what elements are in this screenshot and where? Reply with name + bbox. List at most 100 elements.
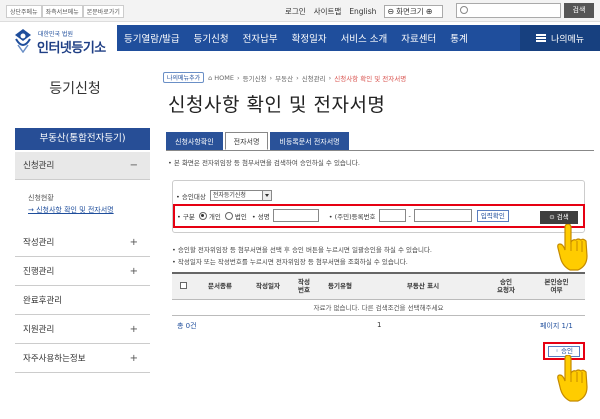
id-number-dash: - — [408, 211, 411, 220]
approval-target-value: 전자등기신청 — [212, 192, 246, 199]
sidebar-item-label: 신청관리 — [23, 161, 55, 171]
zoom-in-icon[interactable]: ⊕ — [426, 7, 433, 16]
instruction-notes: • 승인할 전자위임장 등 첨부서면을 선택 후 승인 버튼을 누르시면 일괄승… — [172, 244, 432, 268]
skip-link-main-menu[interactable]: 상단주메뉴 — [6, 5, 42, 18]
empty-table-message: 자료가 없습니다. 다른 검색조건을 선택해주세요 — [172, 299, 585, 316]
radio-corporate[interactable] — [224, 211, 233, 220]
type-label: • 구분 — [177, 212, 195, 221]
expand-icon: + — [129, 324, 138, 335]
tab-unregistered-sign[interactable]: 비등록문서 전자서명 — [270, 132, 349, 150]
skip-link-content[interactable]: 본문바로가기 — [82, 5, 124, 18]
sitemap-link[interactable]: 사이트맵 — [314, 6, 342, 17]
name-input[interactable] — [272, 209, 319, 222]
add-my-menu-button[interactable]: 나의메뉴추가 — [163, 72, 205, 83]
radio-personal[interactable] — [198, 211, 207, 220]
nav-item-statistics[interactable]: 통계 — [443, 31, 474, 45]
submenu-confirm-sign[interactable]: → 신청사항 확인 및 전자서명 — [28, 204, 114, 216]
page-info: 페이지 1/1 — [540, 322, 573, 330]
chevron-right-icon: › — [237, 73, 240, 82]
expand-icon: + — [129, 266, 138, 277]
sidebar-item-support-mgmt[interactable]: 지원관리 + — [15, 316, 150, 344]
search-button[interactable]: ⊙ 검색 — [540, 211, 578, 224]
chevron-down-icon — [261, 191, 271, 200]
radio-personal-label: 개인 — [208, 212, 221, 221]
search-circle-icon: ⊙ — [549, 213, 557, 221]
nav-item-data-center[interactable]: 자료센터 — [394, 31, 443, 45]
site-search-button[interactable]: 검색 — [564, 3, 594, 18]
sidebar-item-label: 자주사용하는정보 — [23, 354, 86, 364]
skip-link-sub-menu[interactable]: 좌측서브메뉴 — [41, 5, 83, 18]
sidebar-heading[interactable]: 부동산(통합전자등기) — [15, 128, 150, 150]
sidebar-item-after-completion[interactable]: 완료후관리 — [15, 287, 150, 315]
total-count: 총 0건 — [177, 322, 197, 330]
page-number-link[interactable]: 1 — [377, 321, 381, 329]
nav-item-payment[interactable]: 전자납부 — [236, 31, 285, 45]
col-requester: 승인 요청자 — [484, 272, 528, 300]
sidebar-item-frequent-info[interactable]: 자주사용하는정보 + — [15, 345, 150, 373]
approval-target-select[interactable]: 전자등기신청 — [209, 190, 272, 201]
breadcrumb-registration[interactable]: 등기신청 — [243, 73, 267, 83]
id-number-back-input[interactable] — [413, 209, 472, 222]
col-doc-type: 문서종류 — [194, 272, 246, 300]
top-right-links: 로그인 사이트맵 English ⊖ 화면크기 ⊕ — [285, 5, 451, 18]
breadcrumb-home[interactable]: HOME — [214, 74, 234, 82]
sidebar-item-progress-mgmt[interactable]: 진행관리 + — [15, 258, 150, 286]
col-date: 작성일자 — [246, 272, 290, 300]
nav-item-fixed-date[interactable]: 확정일자 — [285, 31, 334, 45]
english-link[interactable]: English — [349, 7, 376, 16]
top-utility-bar: 상단주메뉴 좌측서브메뉴 본문바로가기 로그인 사이트맵 English ⊖ 화… — [0, 0, 600, 22]
breadcrumb-application-mgmt[interactable]: 신청관리 — [302, 73, 326, 83]
notice-text: • 본 화면은 전자위임장 등 첨부서면을 검색하여 승인하실 수 있습니다. — [168, 159, 360, 167]
screen-size-control[interactable]: ⊖ 화면크기 ⊕ — [384, 5, 444, 18]
sidebar-submenu: 신청현황 → 신청사항 확인 및 전자서명 — [28, 192, 114, 216]
main-navigation: 등기열람/발급 등기신청 전자납부 확정일자 서비스 소개 자료센터 통계 나의… — [117, 25, 600, 51]
breadcrumb-real-estate[interactable]: 부동산 — [275, 73, 293, 83]
chevron-right-icon: › — [296, 73, 299, 82]
approve-button-label: 승인 — [560, 347, 573, 355]
breadcrumb-current: 신청사항 확인 및 전자서명 — [334, 74, 407, 83]
id-number-front-input[interactable] — [378, 209, 406, 222]
radio-corporate-label: 법인 — [234, 212, 247, 221]
approval-target-label: • 승인대상 — [176, 192, 206, 201]
tab-divider — [166, 150, 594, 151]
collapse-icon: − — [129, 160, 138, 171]
skip-links: 상단주메뉴 좌측서브메뉴 본문바로가기 — [6, 5, 124, 18]
document-table: 문서종류 작성일자 작성 번호 등기유형 부동산 표시 승인 요청자 본인승인 … — [172, 272, 585, 316]
pointing-hand-icon — [557, 355, 588, 402]
pointing-hand-icon — [557, 224, 588, 271]
tab-e-signature[interactable]: 전자서명 — [224, 132, 269, 150]
logo-title: 인터넷등기소 — [37, 41, 106, 56]
nav-item-registration[interactable]: 등기신청 — [187, 31, 236, 45]
name-label: • 성명 — [251, 212, 270, 221]
my-menu-label: 나의메뉴 — [550, 34, 585, 45]
sidebar-item-label: 진행관리 — [23, 267, 55, 277]
sidebar-item-application-mgmt[interactable]: 신청관리 − — [15, 152, 150, 180]
select-all-checkbox[interactable] — [179, 281, 187, 289]
site-search-input[interactable] — [456, 3, 561, 18]
sidebar-item-label: 지원관리 — [23, 325, 55, 335]
sidebar-item-label: 작성관리 — [23, 238, 55, 248]
nav-item-issuance[interactable]: 등기열람/발급 — [117, 31, 187, 45]
my-menu-button[interactable]: 나의메뉴 — [520, 25, 600, 51]
zoom-out-icon[interactable]: ⊖ — [387, 7, 394, 16]
hamburger-icon — [535, 34, 546, 42]
tab-confirm[interactable]: 신청사항확인 — [166, 132, 223, 150]
instruction-note: • 승인할 전자위임장 등 첨부서면을 선택 후 승인 버튼을 누르시면 일괄승… — [172, 246, 433, 254]
screen-size-label: 화면크기 — [396, 7, 424, 16]
approval-target-row: • 승인대상 전자등기신청 — [176, 190, 272, 201]
sidebar-item-writing-mgmt[interactable]: 작성관리 + — [15, 229, 150, 257]
nav-item-service-intro[interactable]: 서비스 소개 — [334, 31, 395, 45]
col-registration-type: 등기유형 — [318, 272, 362, 300]
expand-icon: + — [129, 353, 138, 364]
login-link[interactable]: 로그인 — [285, 6, 306, 17]
submenu-application-status[interactable]: 신청현황 — [28, 192, 114, 204]
search-button-label: 검색 — [556, 213, 569, 221]
col-self-approval: 본인승인 여부 — [528, 272, 585, 300]
input-confirm-button[interactable]: 입력확인 — [476, 209, 509, 222]
court-emblem-icon — [15, 29, 31, 53]
home-icon: ⌂ — [208, 73, 213, 82]
sidebar-title: 등기신청 — [49, 81, 101, 97]
site-logo[interactable]: 대한민국 법원 인터넷등기소 — [8, 25, 113, 59]
search-criteria-row: • 구분 개인 법인 • 성명 • (주민)등록번호 - 입력확인 — [177, 209, 509, 222]
sidebar-item-label: 완료후관리 — [23, 296, 63, 306]
